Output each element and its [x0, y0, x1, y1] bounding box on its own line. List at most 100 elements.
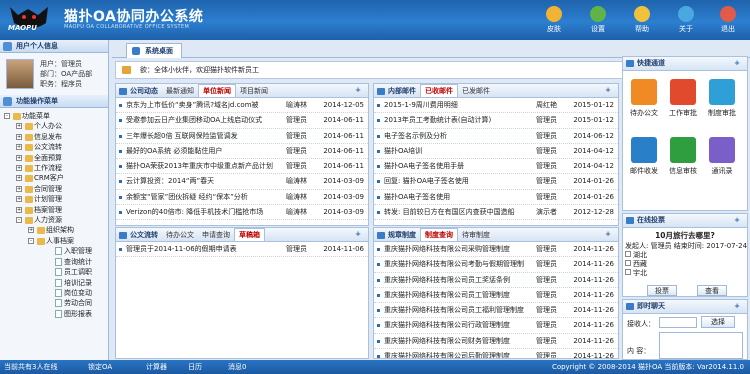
menu-item[interactable]: + 档案管理	[2, 205, 108, 215]
collapse-icon[interactable]: -	[28, 237, 34, 244]
item-title[interactable]: 重庆猫扑网络科技有限公司采购管理制度	[384, 242, 534, 257]
list-item[interactable]: 重庆猫扑网络科技有限公司财务管理制度 管理员 2014-11-26	[374, 334, 618, 350]
checkbox[interactable]	[625, 260, 631, 266]
skin-button[interactable]: 皮肤	[538, 4, 570, 38]
settings-button[interactable]: 设置	[582, 4, 614, 38]
expand-icon[interactable]: +	[16, 165, 22, 172]
item-title[interactable]: Verizon的40倍市: 降低手机技术门槛抢市场	[126, 205, 280, 220]
item-title[interactable]: 猫扑OA培训	[384, 144, 534, 159]
panel-tab[interactable]: 待审制度	[458, 229, 494, 242]
more-icon[interactable]: +	[601, 84, 615, 97]
panel-tab[interactable]: 草稿箱	[234, 228, 265, 241]
calculator-button[interactable]: 计算器	[146, 360, 167, 374]
item-title[interactable]: 重庆猫扑网络科技有限公司员工管理制度	[384, 288, 534, 303]
item-title[interactable]: 重庆猫扑网络科技有限公司员工福利管理制度	[384, 303, 534, 318]
recv-input[interactable]	[659, 317, 697, 328]
more-icon[interactable]: +	[730, 300, 744, 313]
list-item[interactable]: 最好的OA系统 必须能黏住用户 管理员 2014-06-11	[116, 144, 368, 160]
expand-icon[interactable]: +	[16, 196, 22, 203]
list-item[interactable]: 重庆猫扑网络科技有限公司员工管理制度 管理员 2014-11-26	[374, 288, 618, 304]
item-title[interactable]: 电子签名示例及分析	[384, 129, 534, 144]
list-item[interactable]: 重庆猫扑网络科技有限公司后勤管理制度 管理员 2014-11-26	[374, 349, 618, 358]
menu-item[interactable]: + 工作流程	[2, 163, 108, 173]
quick-item[interactable]: 工作审批	[668, 79, 698, 118]
more-icon[interactable]: +	[351, 228, 365, 241]
list-item[interactable]: 京东为上市低价“卖身”腾讯?域名jd.com被 喻涛林 2014-12-05	[116, 98, 368, 114]
list-item[interactable]: 重庆猫扑网络科技有限公司采购管理制度 管理员 2014-11-26	[374, 242, 618, 258]
menu-item[interactable]: 图形报表	[2, 309, 108, 319]
more-icon[interactable]: +	[351, 84, 365, 97]
expand-icon[interactable]: +	[16, 206, 22, 213]
vote-option[interactable]: 宇北	[625, 269, 747, 278]
menu-item[interactable]: - 人力资源	[2, 215, 108, 225]
collapse-icon[interactable]: -	[16, 217, 22, 224]
list-item[interactable]: 三年爆长超0倍 互联网保险监管调发 管理员 2014-06-11	[116, 129, 368, 144]
menu-item[interactable]: + CRM客户	[2, 173, 108, 183]
list-item[interactable]: 重庆猫扑网络科技有限公司员工福利管理制度 管理员 2014-11-26	[374, 303, 618, 319]
item-title[interactable]: 三年爆长超0倍 互联网保险监管调发	[126, 129, 280, 144]
content-textarea[interactable]	[659, 332, 743, 359]
vote-option[interactable]: 西藏	[625, 260, 747, 269]
more-icon[interactable]: +	[730, 214, 744, 227]
menu-item[interactable]: - 人事档案	[2, 236, 108, 246]
item-title[interactable]: 2015-1-9周川费用明细	[384, 98, 534, 113]
item-title[interactable]: 重庆猫扑网络科技有限公司考勤与假期管理制	[384, 257, 534, 272]
menu-item[interactable]: + 合同管理	[2, 184, 108, 194]
expand-icon[interactable]: +	[16, 185, 22, 192]
more-icon[interactable]: +	[601, 228, 615, 241]
about-button[interactable]: 关于	[670, 4, 702, 38]
list-item[interactable]: 回复: 猫扑OA电子签名使用 管理员 2014-01-26	[374, 174, 618, 190]
panel-tab[interactable]: 已发邮件	[458, 85, 494, 98]
quick-item[interactable]: 通讯录	[707, 137, 737, 176]
item-title[interactable]: 猫扑OA电子签名使用手册	[384, 159, 534, 174]
menu-item[interactable]: 岗位变动	[2, 288, 108, 298]
list-item[interactable]: 云计算投资：2014“两”春天 喻涛林 2014-03-09	[116, 174, 368, 190]
menu-item[interactable]: + 计划管理	[2, 194, 108, 204]
item-title[interactable]: 最好的OA系统 必须能黏住用户	[126, 144, 280, 159]
item-title[interactable]: 重庆猫扑网络科技有限公司行政管理制度	[384, 318, 534, 333]
list-item[interactable]: 猫扑OA电子签名使用 管理员 2014-01-26	[374, 190, 618, 206]
view-button[interactable]: 查看	[697, 285, 727, 296]
quick-item[interactable]: 邮件收发	[629, 137, 659, 176]
item-title[interactable]: 猫扑OA电子签名使用	[384, 190, 534, 205]
panel-tab[interactable]: 已收邮件	[420, 84, 458, 97]
panel-tab[interactable]: 规章制度	[374, 229, 420, 242]
expand-icon[interactable]: +	[16, 123, 22, 130]
panel-tab[interactable]: 待办公文	[162, 229, 198, 242]
item-title[interactable]: 余额宝“管家”团伙拆疑 经约“保本”分析	[126, 190, 280, 205]
item-title[interactable]: 受邀参加云日产业集团移动OA上线启动仪式	[126, 113, 280, 128]
expand-icon[interactable]: +	[16, 144, 22, 151]
message-button[interactable]: 消息0	[228, 360, 246, 374]
expand-icon[interactable]: +	[28, 227, 34, 234]
panel-tab[interactable]: 单位新闻	[198, 84, 236, 97]
tab-desktop[interactable]: 系统桌面	[126, 43, 182, 58]
item-title[interactable]: 云计算投资：2014“两”春天	[126, 174, 280, 189]
panel-tab[interactable]: 最新通知	[162, 85, 198, 98]
panel-tab[interactable]: 项目新闻	[236, 85, 272, 98]
menu-item[interactable]: 入职管理	[2, 246, 108, 256]
menu-item[interactable]: + 个人办公	[2, 121, 108, 131]
menu-item[interactable]: + 全面预算	[2, 153, 108, 163]
menu-item[interactable]: 劳动合同	[2, 298, 108, 308]
vote-option[interactable]: 湖北	[625, 251, 747, 260]
menu-item[interactable]: + 组织架构	[2, 225, 108, 235]
panel-tab[interactable]: 内部邮件	[374, 85, 420, 98]
select-button[interactable]: 选择	[701, 316, 735, 328]
checkbox[interactable]	[625, 251, 631, 257]
item-title[interactable]: 京东为上市低价“卖身”腾讯?域名jd.com被	[126, 98, 280, 113]
list-item[interactable]: 电子签名示例及分析 管理员 2014-06-12	[374, 129, 618, 144]
panel-tab[interactable]: 制度查询	[420, 228, 458, 241]
item-title[interactable]: 重庆猫扑网络科技有限公司财务管理制度	[384, 334, 534, 349]
checkbox[interactable]	[625, 269, 631, 275]
list-item[interactable]: 转发: 目前较日方在有国区内查获中国造船 演示者 2012-12-28	[374, 205, 618, 221]
item-title[interactable]: 转发: 目前较日方在有国区内查获中国造船	[384, 205, 534, 220]
help-button[interactable]: 帮助	[626, 4, 658, 38]
item-title[interactable]: 猫扑OA荣获2013年重庆市中级重点新产品计划	[126, 159, 280, 174]
item-title[interactable]: 重庆猫扑网络科技有限公司后勤管理制度	[384, 349, 534, 358]
item-title[interactable]: 回复: 猫扑OA电子签名使用	[384, 174, 534, 189]
panel-tab[interactable]: 申请查询	[198, 229, 234, 242]
logout-button[interactable]: 退出	[712, 4, 744, 38]
menu-item[interactable]: - 功能菜单	[2, 111, 108, 121]
panel-tab[interactable]: 公司动态	[116, 85, 162, 98]
list-item[interactable]: 重庆猫扑网络科技有限公司员工奖惩条例 管理员 2014-11-26	[374, 273, 618, 288]
